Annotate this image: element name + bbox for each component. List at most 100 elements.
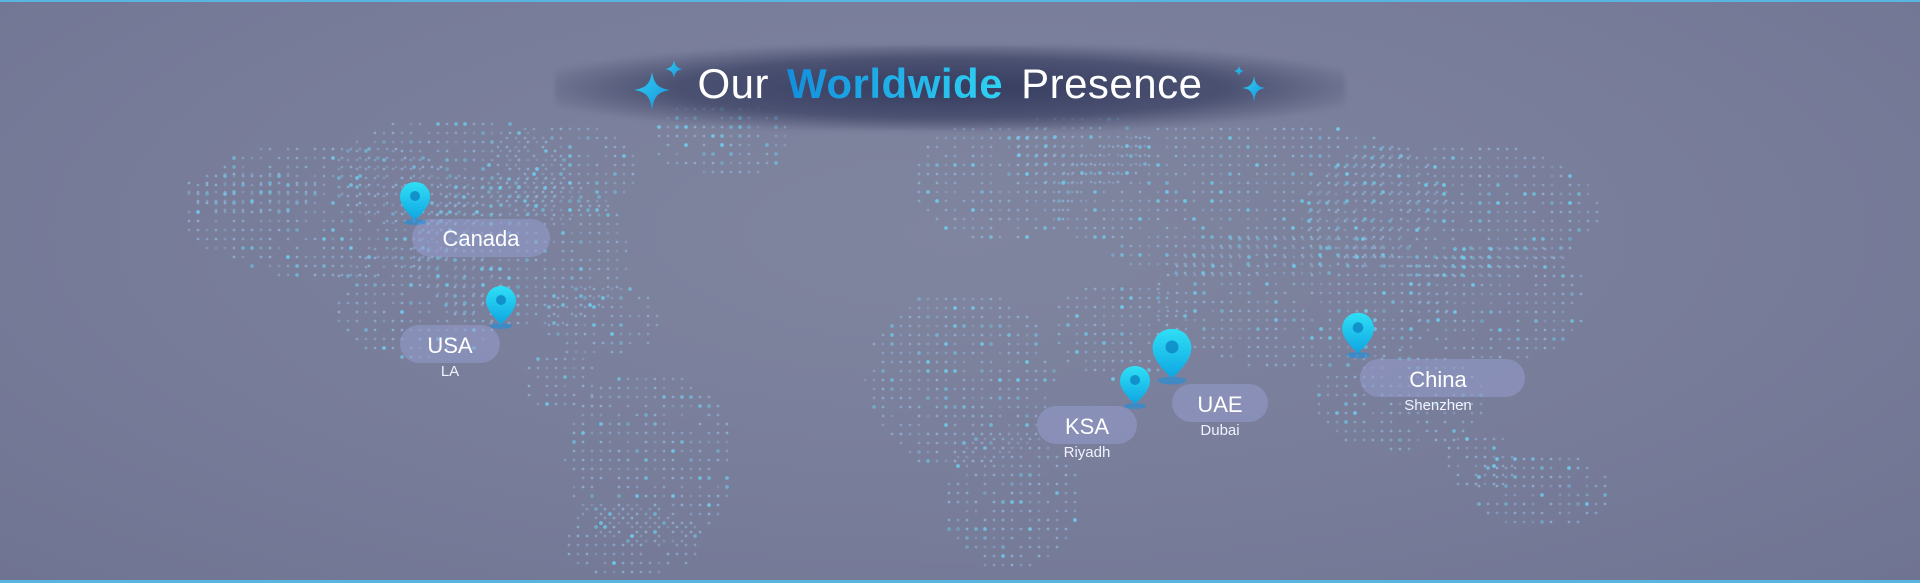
map-dot: [1310, 264, 1314, 268]
map-dot: [983, 554, 987, 558]
map-dot: [1229, 309, 1233, 313]
map-dot: [507, 177, 511, 181]
map-dot: [702, 161, 706, 165]
map-pin-icon-uae[interactable]: [1150, 326, 1194, 391]
map-dot: [1265, 246, 1269, 250]
map-dot: [373, 328, 377, 332]
map-dot: [1531, 520, 1535, 524]
map-dot: [989, 145, 993, 149]
map-dot: [1116, 162, 1120, 166]
map-dot: [1444, 256, 1448, 260]
map-dot: [1010, 563, 1014, 567]
map-dot: [971, 387, 975, 391]
map-dot: [1561, 328, 1565, 332]
map-dot: [662, 467, 666, 471]
map-dot: [590, 467, 594, 471]
map-dot: [331, 246, 335, 250]
map-dot: [1343, 183, 1347, 187]
map-dot: [543, 321, 547, 325]
map-dot: [523, 127, 527, 131]
map-dot: [1301, 282, 1305, 286]
map-dot: [223, 199, 227, 203]
map-dot: [1138, 145, 1142, 149]
map-dot: [671, 539, 675, 543]
map-pin-icon-canada[interactable]: [398, 180, 432, 231]
map-dot: [1462, 256, 1466, 260]
map-dot: [653, 413, 657, 417]
map-dot: [1478, 156, 1482, 160]
map-dot: [1037, 527, 1041, 531]
map-dot: [971, 342, 975, 346]
map-dot: [707, 413, 711, 417]
map-dot: [463, 158, 467, 162]
map-dot: [391, 328, 395, 332]
map-dot: [1107, 144, 1111, 148]
map-dot: [1046, 527, 1050, 531]
map-dot: [1147, 163, 1151, 167]
map-dot: [382, 176, 386, 180]
map-dot: [1483, 464, 1487, 468]
map-dot: [974, 437, 978, 441]
map-dot: [1066, 172, 1070, 176]
map-pin-icon-usa[interactable]: [484, 284, 518, 335]
map-dot: [499, 203, 503, 207]
map-dot: [962, 441, 966, 445]
map-dot: [1001, 518, 1005, 522]
map-dot: [1364, 273, 1368, 277]
map-dot: [471, 276, 475, 280]
map-pin-icon-ksa[interactable]: [1118, 364, 1152, 415]
map-dot: [603, 543, 607, 547]
map-dot: [277, 273, 281, 277]
map-dot: [980, 297, 984, 301]
map-dot: [552, 312, 556, 316]
map-dot: [1019, 500, 1023, 504]
map-dot: [1064, 500, 1068, 504]
map-dot: [391, 283, 395, 287]
map-dot: [517, 167, 521, 171]
map-dot: [635, 467, 639, 471]
map-dot: [597, 222, 601, 226]
map-dot: [1505, 192, 1509, 196]
map-dot: [391, 274, 395, 278]
map-dot: [373, 194, 377, 198]
map-dot: [881, 351, 885, 355]
map-dot: [457, 210, 461, 214]
map-dot: [590, 413, 594, 417]
map-dot: [1075, 323, 1079, 327]
map-dot: [989, 459, 993, 463]
map-dot: [1300, 217, 1304, 221]
map-dot: [1064, 473, 1068, 477]
map-dot: [680, 530, 684, 534]
map-dot: [1585, 511, 1589, 515]
map-dot: [1480, 283, 1484, 287]
map-dot: [577, 154, 581, 158]
map-dot: [508, 131, 512, 135]
map-dot: [992, 446, 996, 450]
map-dot: [1540, 511, 1544, 515]
map-dot: [559, 199, 563, 203]
map-dot: [1352, 192, 1356, 196]
map-dot: [1037, 554, 1041, 558]
map-dot: [445, 140, 449, 144]
map-dot: [1541, 183, 1545, 187]
map-dot: [187, 190, 191, 194]
map-dot: [1310, 246, 1314, 250]
map-dot: [259, 219, 263, 223]
map-dot: [1435, 301, 1439, 305]
map-dot: [1388, 174, 1392, 178]
map-dot: [1361, 219, 1365, 223]
map-pin-icon-china[interactable]: [1340, 310, 1376, 365]
map-dot: [400, 274, 404, 278]
map-dot: [568, 145, 572, 149]
map-dot: [205, 237, 209, 241]
map-dot: [1229, 273, 1233, 277]
map-dot: [1409, 273, 1413, 277]
map-dot: [1055, 536, 1059, 540]
map-dot: [1247, 363, 1251, 367]
map-dot: [597, 303, 601, 307]
map-dot: [1487, 147, 1491, 151]
map-dot: [1531, 502, 1535, 506]
map-dot: [581, 422, 585, 426]
map-dot: [1111, 359, 1115, 363]
map-dot: [1406, 192, 1410, 196]
